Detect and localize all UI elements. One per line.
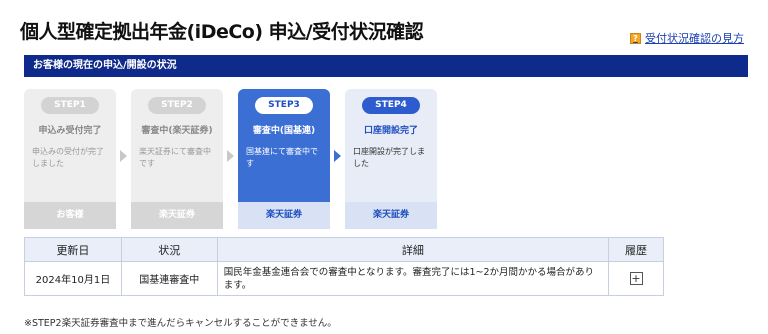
step-2-desc: 楽天証券にて審査中です (139, 147, 211, 168)
footnote: ※STEP2楽天証券審査中まで進んだらキャンセルすることができません。 (24, 318, 337, 329)
step-arrow-1 (120, 150, 127, 162)
step-1-pill: STEP1 (41, 97, 99, 114)
table-row: 2024年10月1日 国基連審査中 国民年金基金連合会での審査中となります。審査… (24, 261, 664, 296)
col-header-date: 更新日 (24, 237, 122, 262)
col-header-detail: 詳細 (216, 237, 610, 262)
page-title: 個人型確定拠出年金(iDeCo) 申込/受付状況確認 (20, 21, 424, 43)
step-1-title: 申込み受付完了 (38, 126, 102, 136)
step-4-desc: 口座開設が完了しました (353, 147, 425, 168)
status-table: 更新日 状況 詳細 履歴 2024年10月1日 国基連審査中 国民年金基金連合会… (24, 237, 664, 296)
step-3-owner: 楽天証券 (238, 202, 330, 229)
step-3: STEP3 審査中(国基連) 国基連にて審査中です 楽天証券 (238, 89, 330, 229)
step-4-title: 口座開設完了 (363, 126, 418, 136)
col-header-status: 状況 (120, 237, 218, 262)
section-heading-bar: お客様の現在の申込/開設の状況 (24, 55, 748, 77)
step-arrow-2 (227, 150, 234, 162)
step-2-title: 審査中(楽天証券) (141, 126, 213, 136)
question-icon: ? (630, 32, 641, 44)
step-4: STEP4 口座開設完了 口座開設が完了しました 楽天証券 (345, 89, 437, 229)
help-link-label[interactable]: 受付状況確認の見方 (645, 30, 744, 46)
cell-history: + (608, 261, 664, 296)
step-3-pill: STEP3 (255, 97, 313, 114)
step-4-owner: 楽天証券 (345, 202, 437, 229)
step-1-owner: お客様 (24, 202, 116, 229)
step-1: STEP1 申込み受付完了 申込みの受付が完了しました お客様 (24, 89, 116, 229)
step-2-owner: 楽天証券 (131, 202, 223, 229)
col-header-history: 履歴 (608, 237, 664, 262)
step-2-pill: STEP2 (148, 97, 206, 114)
cell-detail: 国民年金基金連合会での審査中となります。審査完了には1~2か月間かかる場合があり… (216, 261, 610, 296)
step-3-title: 審査中(国基連) (252, 126, 316, 136)
plus-symbol: + (631, 272, 641, 285)
step-2: STEP2 審査中(楽天証券) 楽天証券にて審査中です 楽天証券 (131, 89, 223, 229)
cell-status: 国基連審査中 (120, 261, 218, 296)
step-arrow-3 (334, 150, 341, 162)
step-4-pill: STEP4 (362, 97, 420, 114)
help-link[interactable]: ? 受付状況確認の見方 (630, 30, 744, 46)
table-header-row: 更新日 状況 詳細 履歴 (24, 237, 664, 262)
plus-icon[interactable]: + (629, 272, 643, 285)
step-3-desc: 国基連にて審査中です (246, 147, 318, 168)
cell-date: 2024年10月1日 (24, 261, 122, 296)
step-1-desc: 申込みの受付が完了しました (32, 147, 104, 168)
